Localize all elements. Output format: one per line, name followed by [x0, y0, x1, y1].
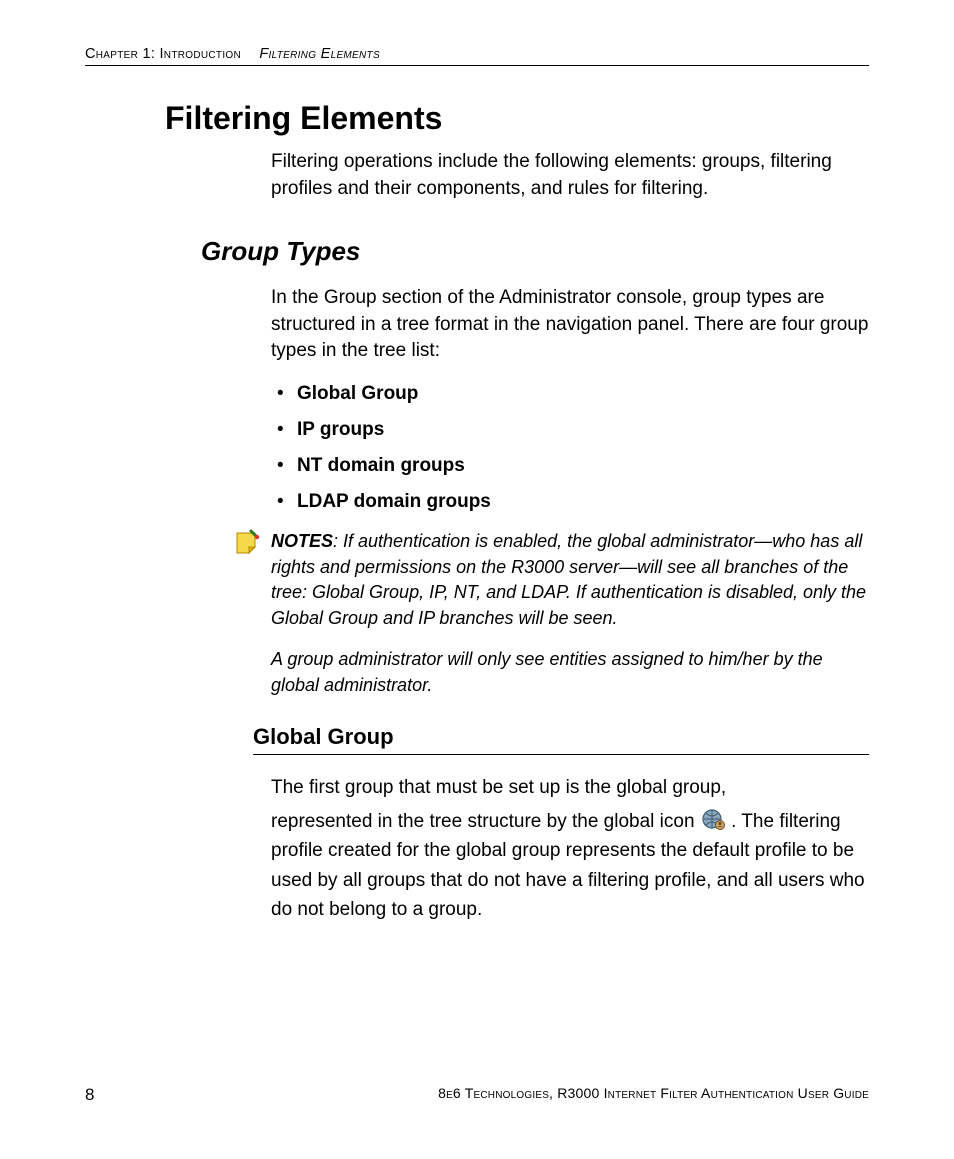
global-group-p1: The first group that must be set up is t… — [271, 773, 869, 802]
notes-label: NOTES — [271, 531, 333, 551]
intro-paragraph: Filtering operations include the followi… — [271, 149, 869, 202]
global-group-p2: represented in the tree structure by the… — [271, 807, 869, 925]
list-item: LDAP domain groups — [271, 491, 869, 513]
globe-icon — [700, 808, 726, 832]
footer-text: 8e6 Technologies, R3000 Internet Filter … — [438, 1085, 869, 1101]
header-section: Filtering Elements — [259, 46, 380, 62]
global-group-body: The first group that must be set up is t… — [271, 773, 869, 924]
note-icon — [233, 529, 261, 557]
group-types-list: Global Group IP groups NT domain groups … — [271, 383, 869, 513]
page-footer: 8 8e6 Technologies, R3000 Internet Filte… — [85, 1085, 869, 1105]
running-header: Chapter 1: Introduction Filtering Elemen… — [85, 46, 869, 66]
notes-block: NOTES: If authentication is enabled, the… — [233, 529, 869, 631]
page-title: Filtering Elements — [165, 100, 869, 137]
section-heading-group-types: Group Types — [201, 236, 869, 267]
notes-follow: A group administrator will only see enti… — [271, 647, 869, 698]
list-item: IP groups — [271, 419, 869, 441]
subsection-heading-global-group: Global Group — [253, 724, 869, 755]
list-item: NT domain groups — [271, 455, 869, 477]
group-types-intro: In the Group section of the Administrato… — [271, 285, 869, 365]
page-number: 8 — [85, 1085, 94, 1105]
header-chapter: Chapter 1: Introduction — [85, 46, 241, 62]
global-group-p2a: represented in the tree structure by the… — [271, 811, 700, 832]
list-item: Global Group — [271, 383, 869, 405]
notes-body: : If authentication is enabled, the glob… — [271, 531, 866, 628]
